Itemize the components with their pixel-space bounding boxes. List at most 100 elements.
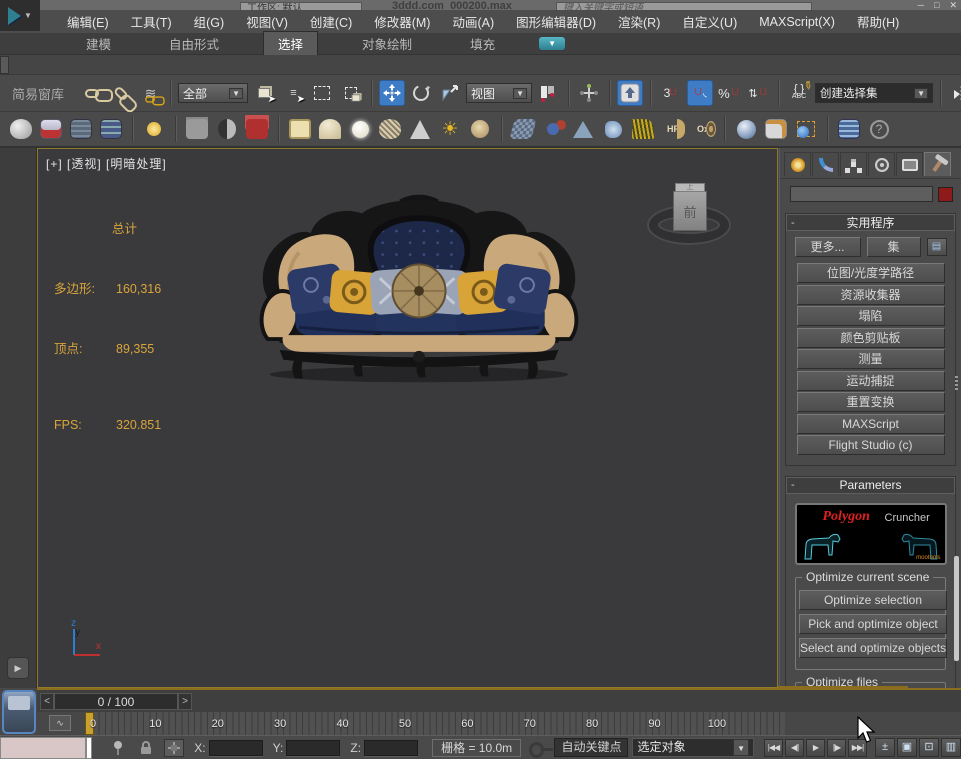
ribbon-tab-2[interactable]: 选择 (263, 31, 318, 56)
utilities-rollout-header[interactable]: - 实用程序 (786, 214, 955, 231)
parameters-rollout-header[interactable]: - Parameters (786, 477, 955, 494)
expand-panel-button[interactable]: ▶ (7, 657, 29, 679)
ribbon-tab-0[interactable]: 建模 (72, 32, 125, 55)
menu-item-2[interactable]: 组(G) (183, 9, 236, 34)
absolute-mode-icon[interactable] (164, 739, 184, 757)
tab-motion[interactable] (868, 152, 895, 176)
hair-ox-icon[interactable]: Ox (690, 116, 716, 142)
viewport-menu-pov[interactable]: [透视] (67, 157, 102, 171)
use-pivot-center-icon[interactable] (535, 80, 561, 106)
previous-frame-button[interactable]: < (40, 693, 54, 710)
tab-modify[interactable] (812, 152, 839, 176)
next-frame-button[interactable]: > (178, 693, 192, 710)
utility-button-5[interactable]: 运动捕捉 (797, 371, 945, 391)
optimize-button-1[interactable]: Pick and optimize object (799, 614, 947, 634)
foliage-icon[interactable] (630, 116, 656, 142)
menu-item-8[interactable]: 渲染(R) (607, 9, 671, 34)
select-and-manipulate-icon[interactable] (576, 80, 602, 106)
selection-lock-icon[interactable] (136, 739, 156, 757)
utility-button-4[interactable]: 测量 (797, 349, 945, 369)
ribbon-tab-3[interactable]: 对象绘制 (348, 32, 426, 55)
selection-filter-dropdown[interactable]: 全部▼ (178, 83, 248, 103)
playback-button-0[interactable]: |◀◀ (764, 739, 783, 757)
maxscript-listener-edit[interactable] (86, 737, 93, 759)
maxscript-mini-listener[interactable] (0, 737, 86, 759)
utility-sets-button[interactable]: 集 (867, 237, 921, 257)
menu-item-11[interactable]: 帮助(H) (846, 9, 910, 34)
configure-button-sets-icon[interactable]: ▤ (927, 238, 947, 256)
window-minimize-icon[interactable]: ─ (918, 0, 924, 10)
x-coordinate-field[interactable] (209, 740, 263, 756)
optimize-button-2[interactable]: Select and optimize objects (799, 638, 947, 658)
utility-button-7[interactable]: MAXScript (797, 414, 945, 434)
utility-button-2[interactable]: 塌陷 (797, 306, 945, 326)
sofa-model[interactable] (252, 189, 586, 385)
mirror-icon[interactable] (948, 80, 961, 106)
select-and-scale-icon[interactable] (437, 80, 463, 106)
viewport-menu-general[interactable]: [+] (46, 157, 63, 171)
playback-button-3[interactable]: ||▶ (827, 739, 846, 757)
track-bar[interactable]: ∿ 0102030405060708090100 (37, 712, 961, 735)
utility-button-0[interactable]: 位图/光度学路径 (797, 263, 945, 283)
ribbon-tab-1[interactable]: 自由形式 (155, 32, 233, 55)
menu-item-10[interactable]: MAXScript(X) (748, 12, 846, 32)
sky-light-icon[interactable] (467, 116, 493, 142)
auto-key-button[interactable]: 自动关键点 (554, 738, 628, 757)
window-close-icon[interactable]: ✕ (949, 0, 957, 10)
zoom-extents-icon[interactable]: ▣ (897, 738, 917, 757)
reference-coordinate-dropdown[interactable]: 视图▼ (466, 83, 532, 103)
more-utilities-button[interactable]: 更多... (795, 237, 861, 257)
molecule-icon[interactable] (540, 116, 566, 142)
menu-item-5[interactable]: 修改器(M) (363, 9, 441, 34)
select-and-rotate-icon[interactable] (408, 80, 434, 106)
noise-flower-icon[interactable] (600, 116, 626, 142)
material-sphere-icon[interactable] (733, 116, 759, 142)
utility-button-1[interactable]: 资源收集器 (797, 285, 945, 305)
material-editor-icon[interactable] (38, 116, 64, 142)
tab-utilities[interactable] (924, 152, 951, 176)
window-maximize-icon[interactable]: □ (934, 0, 939, 10)
viewcube-top-face[interactable]: 上 (675, 183, 705, 192)
render-region-icon[interactable] (793, 116, 819, 142)
select-link-icon[interactable] (79, 80, 105, 106)
menu-item-9[interactable]: 自定义(U) (671, 9, 748, 34)
render-teapot-icon[interactable] (8, 116, 34, 142)
spot-light-icon[interactable] (407, 116, 433, 142)
tab-display[interactable] (896, 152, 923, 176)
video-camera-icon[interactable] (244, 116, 270, 142)
light-lister-icon[interactable] (141, 116, 167, 142)
material-map-navigator-icon[interactable] (763, 116, 789, 142)
ribbon-minimize-dropdown[interactable]: ▼ (539, 37, 565, 50)
utility-button-6[interactable]: 重置变换 (797, 392, 945, 412)
object-color-swatch[interactable] (938, 187, 953, 202)
unlink-selection-icon[interactable] (108, 80, 134, 106)
dome-light-icon[interactable] (317, 116, 343, 142)
max-logo[interactable]: ▼ (0, 0, 40, 31)
space-warp-icon[interactable] (570, 116, 596, 142)
area-light-icon[interactable] (287, 116, 313, 142)
window-crossing-icon[interactable] (338, 80, 364, 106)
viewport-layout-tab-button[interactable] (2, 690, 36, 734)
sun-light-icon[interactable]: ☀ (437, 116, 463, 142)
bind-space-warp-icon[interactable]: ≋ (137, 80, 163, 106)
spinner-snap-icon[interactable]: ⇅∩ (745, 80, 771, 106)
wire-teapot-icon[interactable] (377, 116, 403, 142)
camera-light-icon[interactable] (214, 116, 240, 142)
snap-toggle-3d-icon[interactable]: 3∩ (658, 80, 684, 106)
menu-item-0[interactable]: 编辑(E) (56, 9, 120, 34)
panel-scroll-handle[interactable] (955, 376, 958, 392)
utility-button-8[interactable]: Flight Studio (c) (797, 435, 945, 455)
scene-converter-icon[interactable] (836, 116, 862, 142)
select-and-move-icon[interactable] (379, 80, 405, 106)
playback-button-1[interactable]: ◀|| (785, 739, 804, 757)
zoom-extents-selected-icon[interactable]: ⊡ (919, 738, 939, 757)
sphere-light-icon[interactable] (347, 116, 373, 142)
named-selection-sets-dropdown[interactable]: 创建选择集▼ (815, 83, 933, 103)
set-keys-icon[interactable] (529, 742, 544, 758)
mini-curve-editor-icon[interactable]: ∿ (49, 715, 71, 731)
playback-button-2[interactable]: ▶ (806, 739, 825, 757)
menu-item-1[interactable]: 工具(T) (120, 9, 183, 34)
zoom-mode-icon[interactable]: ± (875, 738, 895, 757)
panel-scrollbar[interactable] (954, 556, 959, 661)
tab-hierarchy[interactable] (840, 152, 867, 176)
